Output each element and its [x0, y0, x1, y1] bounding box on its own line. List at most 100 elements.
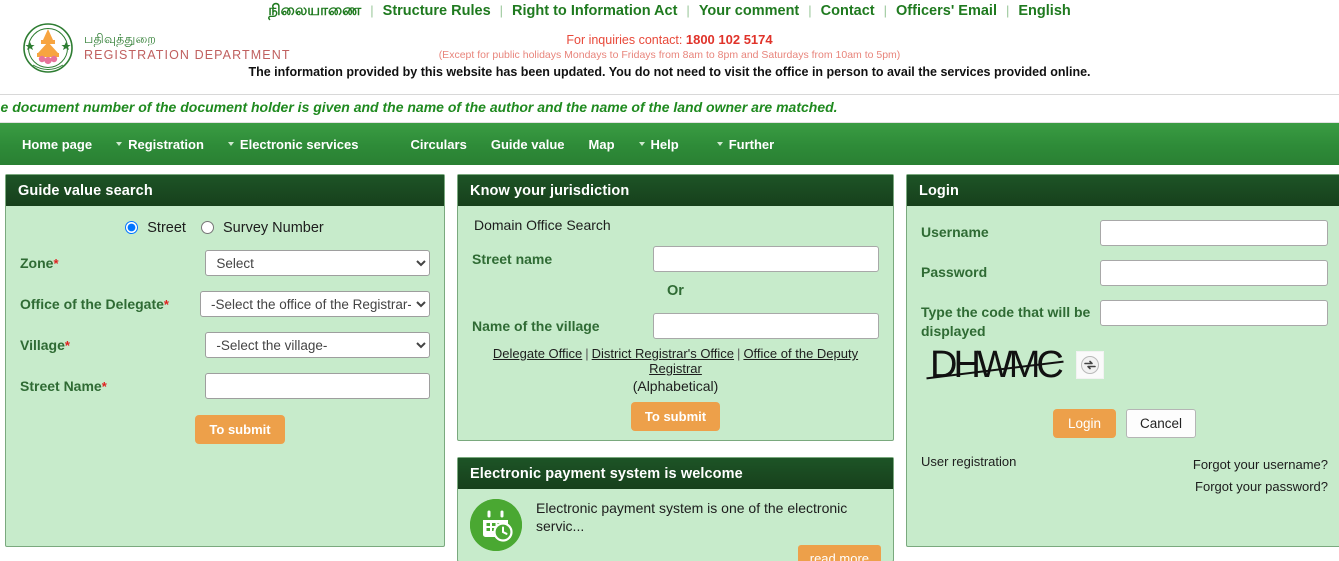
- top-link-officers-email[interactable]: Officers' Email: [892, 3, 1001, 19]
- radio-street-label[interactable]: Street: [147, 220, 186, 236]
- password-input[interactable]: [1099, 260, 1328, 286]
- top-link-separator: |: [808, 3, 812, 18]
- jurisdiction-village-label: Name of the village: [472, 318, 600, 334]
- zone-label-text: Zone: [20, 255, 54, 271]
- village-field-row: Village* -Select the village-: [20, 332, 430, 358]
- scrolling-notice-text: he document number of the document holde…: [0, 99, 838, 115]
- page-content: Guide value search Street Survey Number …: [0, 165, 1339, 561]
- domain-office-search-label: Domain Office Search: [474, 217, 611, 233]
- required-asterisk: *: [64, 338, 70, 353]
- main-navigation: Home page Registration Electronic servic…: [0, 123, 1339, 165]
- nav-item-help[interactable]: Help: [629, 133, 693, 156]
- guide-value-submit-button[interactable]: To submit: [195, 415, 285, 444]
- link-district-registrar-office[interactable]: District Registrar's Office: [592, 346, 734, 361]
- nav-item-circulars[interactable]: Circulars: [400, 133, 480, 156]
- top-link-separator: |: [370, 3, 374, 18]
- nav-item-further[interactable]: Further: [707, 133, 789, 156]
- jurisdiction-panel: Know your jurisdiction Domain Office Sea…: [457, 174, 894, 441]
- top-link-separator: |: [499, 3, 504, 18]
- login-footer-links: User registration Forgot your username? …: [921, 454, 1328, 498]
- read-more-button[interactable]: read more: [797, 545, 881, 561]
- login-panel: Login Username Password Type the code th…: [906, 174, 1339, 547]
- chevron-down-icon: [638, 142, 645, 146]
- top-link-contact[interactable]: Contact: [817, 3, 879, 19]
- top-link-rti-act[interactable]: Right to Information Act: [508, 3, 681, 19]
- top-link-nilaiyaanai[interactable]: நிலையாணை: [264, 2, 365, 19]
- top-link-your-comment[interactable]: Your comment: [695, 3, 803, 19]
- chevron-down-icon: [116, 142, 123, 146]
- refresh-icon[interactable]: [1075, 350, 1104, 379]
- column-right: Login Username Password Type the code th…: [906, 174, 1339, 547]
- jurisdiction-submit-button[interactable]: To submit: [630, 402, 721, 431]
- top-link-bar: நிலையாணை | Structure Rules | Right to Inform…: [0, 0, 1339, 21]
- electronic-payment-content: Electronic payment system is one of the …: [536, 499, 881, 561]
- jurisdiction-village-row: Name of the village: [472, 313, 879, 339]
- search-type-radio-group: Street Survey Number: [20, 218, 430, 236]
- alphabetical-note: (Alphabetical): [632, 378, 719, 394]
- top-link-separator: |: [883, 3, 888, 18]
- top-link-english[interactable]: English: [1014, 3, 1074, 19]
- forgot-password-link[interactable]: Forgot your password?: [1195, 479, 1328, 494]
- updated-notice: The information provided by this website…: [248, 65, 1091, 79]
- electronic-payment-panel: Electronic payment system is welcome Ele…: [457, 457, 894, 561]
- office-links-row: Delegate Office | District Registrar's Off…: [472, 346, 879, 376]
- radio-survey-number-label[interactable]: Survey Number: [223, 220, 324, 236]
- office-label: Office of the Delegate*: [20, 296, 200, 312]
- radio-survey-number[interactable]: [200, 221, 214, 234]
- login-body: Username Password Type the code that wil…: [907, 206, 1339, 510]
- forgot-username-link[interactable]: Forgot your username?: [1193, 457, 1328, 472]
- zone-field-row: Zone* Select: [20, 250, 430, 276]
- nav-item-map[interactable]: Map: [579, 133, 629, 156]
- jurisdiction-title: Know your jurisdiction: [458, 175, 893, 206]
- office-select[interactable]: -Select the office of the Registrar-: [200, 291, 430, 317]
- required-asterisk: *: [53, 256, 59, 271]
- street-name-input[interactable]: [205, 373, 430, 399]
- village-label-text: Village: [20, 337, 65, 353]
- read-more-row: read more: [536, 545, 881, 561]
- cancel-button[interactable]: Cancel: [1126, 408, 1197, 438]
- nav-item-electronic-services[interactable]: Electronic services: [218, 133, 373, 156]
- guide-value-submit-row: To submit: [20, 415, 430, 444]
- street-name-label: Street Name*: [20, 378, 205, 394]
- zone-label: Zone*: [20, 255, 205, 271]
- guide-value-search-body: Street Survey Number Zone* Select Office…: [6, 206, 444, 456]
- nav-label: Home page: [22, 136, 93, 152]
- required-asterisk: *: [163, 297, 169, 312]
- link-delegate-office[interactable]: Delegate Office: [493, 346, 582, 361]
- jurisdiction-submit-row: To submit: [472, 402, 879, 431]
- village-label: Village*: [20, 337, 205, 353]
- captcha-display-row: DHWMC: [926, 343, 1328, 387]
- column-left: Guide value search Street Survey Number …: [5, 174, 445, 547]
- jurisdiction-street-row: Street name: [472, 246, 879, 272]
- nav-item-guide-value[interactable]: Guide value: [481, 133, 579, 156]
- jurisdiction-village-input[interactable]: [653, 313, 879, 339]
- jurisdiction-street-label: Street name: [472, 251, 553, 267]
- nav-item-registration[interactable]: Registration: [106, 133, 218, 156]
- jurisdiction-street-input[interactable]: [653, 246, 879, 272]
- nav-label: Circulars: [410, 136, 467, 152]
- or-divider-label: Or: [667, 283, 684, 299]
- office-label-text: Office of the Delegate: [20, 296, 164, 312]
- chevron-down-icon: [227, 142, 234, 146]
- contact-block: For inquiries contact: 1800 102 5174 (Ex…: [0, 32, 1339, 79]
- nav-item-home-page[interactable]: Home page: [12, 133, 106, 156]
- nav-label: Help: [650, 136, 679, 152]
- login-button[interactable]: Login: [1052, 408, 1116, 438]
- nav-label: Electronic services: [239, 136, 359, 152]
- password-label: Password: [921, 264, 988, 280]
- login-button-row: Login Cancel: [921, 408, 1328, 438]
- username-input[interactable]: [1099, 220, 1328, 246]
- password-row: Password: [921, 260, 1328, 286]
- captcha-input[interactable]: [1099, 300, 1328, 326]
- zone-select[interactable]: Select: [205, 250, 430, 276]
- nav-label: Map: [588, 136, 615, 152]
- radio-street[interactable]: [125, 221, 139, 234]
- street-name-field-row: Street Name*: [20, 373, 430, 399]
- guide-value-search-panel: Guide value search Street Survey Number …: [5, 174, 445, 547]
- village-select[interactable]: -Select the village-: [205, 332, 430, 358]
- office-field-row: Office of the Delegate* -Select the offi…: [20, 291, 430, 317]
- captcha-row: Type the code that will be displayed: [921, 300, 1328, 341]
- electronic-payment-title: Electronic payment system is welcome: [458, 458, 893, 489]
- top-link-structure-rules[interactable]: Structure Rules: [379, 3, 495, 19]
- user-registration-link[interactable]: User registration: [921, 454, 1016, 498]
